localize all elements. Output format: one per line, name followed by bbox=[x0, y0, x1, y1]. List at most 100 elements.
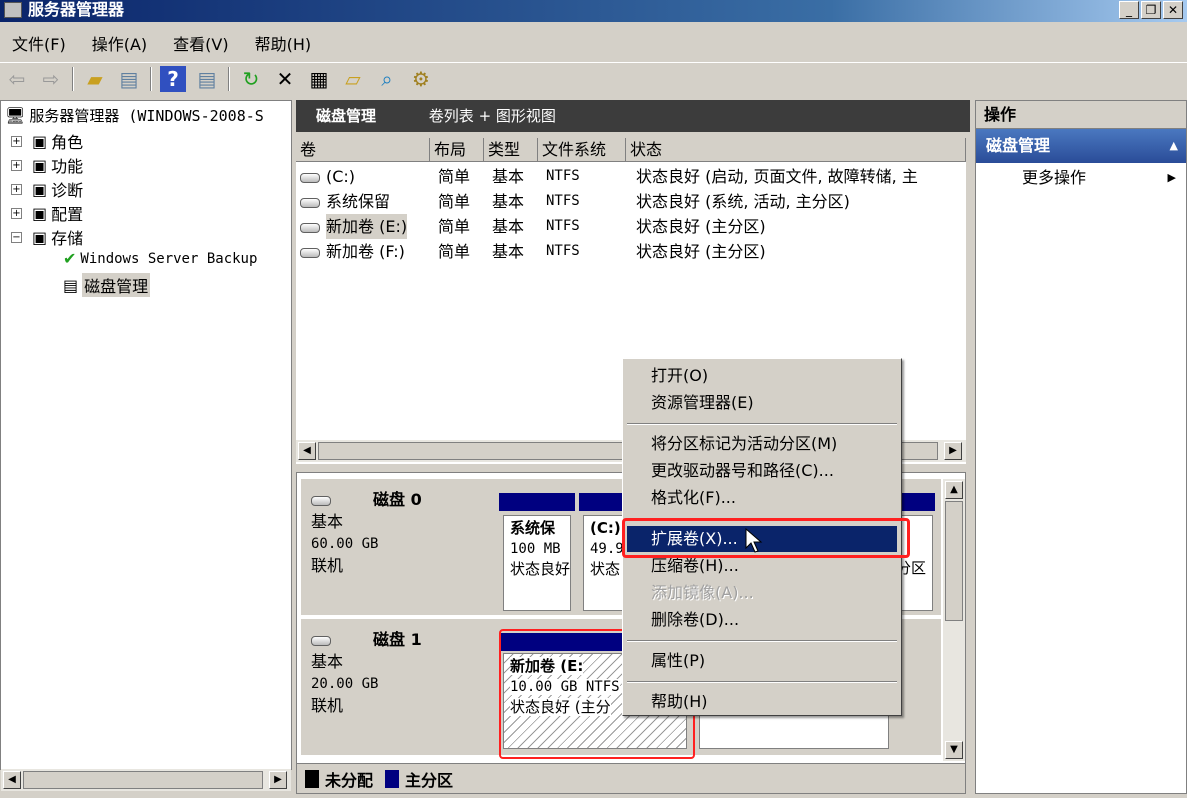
scroll-thumb[interactable] bbox=[23, 771, 263, 789]
volume-icon bbox=[300, 164, 322, 189]
actions-section-disk-management[interactable]: 磁盘管理 ▲ bbox=[976, 129, 1186, 163]
collapse-icon[interactable]: − bbox=[11, 231, 22, 243]
menu-view[interactable]: 查看(V) bbox=[173, 31, 228, 55]
column-header-type[interactable]: 类型 bbox=[484, 138, 538, 162]
tree-item-storage[interactable]: − ▣ 存储 bbox=[11, 225, 83, 249]
actions-pane: 操作 磁盘管理 ▲ 更多操作 ▶ bbox=[975, 100, 1187, 794]
scroll-right-button[interactable]: ▶ bbox=[269, 771, 287, 789]
separator bbox=[150, 66, 152, 91]
cell-type: 基本 bbox=[492, 217, 525, 236]
more-actions[interactable]: 更多操作 ▶ bbox=[976, 163, 1186, 193]
tree-item-windows-server-backup[interactable]: ✔ Windows Server Backup bbox=[63, 249, 257, 268]
cell-layout: 简单 bbox=[438, 217, 471, 236]
column-header-layout[interactable]: 布局 bbox=[430, 138, 484, 162]
menu-help[interactable]: 帮助(H) bbox=[255, 31, 312, 55]
volume-row[interactable]: 新加卷 (E:) 简单 基本 NTFS 状态良好 (主分区) bbox=[296, 214, 966, 239]
expand-icon[interactable]: + bbox=[11, 207, 22, 219]
tree-item-features[interactable]: + ▣ 功能 bbox=[11, 153, 83, 177]
server-icon: 🖥 bbox=[5, 106, 26, 125]
volume-icon bbox=[300, 189, 322, 214]
menu-bar: 文件(F) 操作(A) 查看(V) 帮助(H) bbox=[0, 28, 1187, 58]
settings-icon[interactable]: ⚙ bbox=[408, 66, 434, 92]
toolbar: ⇦ ⇨ ▰ ▤ ? ▤ ↻ ✕ ▦ ▱ ⌕ ⚙ bbox=[0, 62, 1187, 94]
help-icon[interactable]: ? bbox=[160, 65, 186, 92]
tree-horizontal-scrollbar[interactable]: ◀ ▶ bbox=[1, 769, 291, 791]
volume-row[interactable]: 新加卷 (F:) 简单 基本 NTFS 状态良好 (主分区) bbox=[296, 239, 966, 264]
scroll-thumb[interactable] bbox=[945, 501, 963, 621]
cell-vol: 系统保留 bbox=[326, 192, 391, 211]
context-menu-item[interactable]: 格式化(F)... bbox=[627, 485, 897, 511]
scroll-left-button[interactable]: ◀ bbox=[298, 442, 316, 460]
navigation-tree: 🖥 服务器管理器 (WINDOWS-2008-S + ▣ 角色 + ▣ 功能 + ▣ 诊断 +… bbox=[0, 100, 292, 791]
context-menu-item: 添加镜像(A)... bbox=[651, 583, 754, 602]
expand-icon[interactable]: + bbox=[11, 183, 22, 195]
context-menu-item[interactable]: 打开(O) bbox=[627, 363, 897, 389]
context-menu-item[interactable]: 删除卷(D)... bbox=[627, 607, 897, 633]
cell-status: 状态良好 (主分区) bbox=[636, 217, 766, 236]
legend-swatch-unallocated bbox=[305, 769, 319, 788]
tree-item-roles[interactable]: + ▣ 角色 bbox=[11, 129, 83, 153]
open-icon[interactable]: ▱ bbox=[340, 66, 366, 92]
expand-icon[interactable]: + bbox=[11, 135, 22, 147]
tree-root[interactable]: 🖥 服务器管理器 (WINDOWS-2008-S bbox=[5, 105, 264, 126]
show-hide-action-icon[interactable]: ▤ bbox=[194, 66, 220, 92]
tree-item-configuration[interactable]: + ▣ 配置 bbox=[11, 201, 83, 225]
scroll-up-button[interactable]: ▲ bbox=[945, 481, 963, 499]
properties-icon[interactable]: ▦ bbox=[306, 66, 332, 92]
cell-vol: 新加卷 (E:) bbox=[326, 214, 408, 239]
scroll-left-button[interactable]: ◀ bbox=[3, 771, 21, 789]
cell-status: 状态良好 (系统, 活动, 主分区) bbox=[636, 192, 850, 211]
delete-icon[interactable]: ✕ bbox=[272, 66, 298, 92]
menu-action[interactable]: 操作(A) bbox=[92, 31, 147, 55]
close-button[interactable]: ✕ bbox=[1163, 1, 1183, 19]
volume-row[interactable]: (C:) 简单 基本 NTFS 状态良好 (启动, 页面文件, 故障转储, 主 bbox=[296, 164, 966, 189]
context-menu-item[interactable]: 将分区标记为活动分区(M) bbox=[627, 431, 897, 457]
back-icon[interactable]: ⇦ bbox=[4, 66, 30, 92]
column-header-status[interactable]: 状态 bbox=[626, 138, 966, 162]
menu-file[interactable]: 文件(F) bbox=[12, 31, 66, 55]
menu-separator bbox=[627, 640, 897, 642]
tree-item-diagnostics[interactable]: + ▣ 诊断 bbox=[11, 177, 83, 201]
expand-icon[interactable]: + bbox=[11, 159, 22, 171]
actions-title: 操作 bbox=[976, 101, 1186, 129]
window-title: 服务器管理器 bbox=[28, 0, 125, 19]
separator bbox=[72, 66, 74, 91]
column-header-volume[interactable]: 卷 bbox=[296, 138, 430, 162]
column-header-filesystem[interactable]: 文件系统 bbox=[538, 138, 626, 162]
context-menu-item[interactable]: 属性(P) bbox=[627, 648, 897, 674]
find-icon[interactable]: ⌕ bbox=[374, 66, 400, 92]
disk-icon bbox=[311, 635, 331, 646]
disk-0-info[interactable]: 磁盘 0 基本 60.00 GB 联机 bbox=[301, 479, 495, 615]
pane-header: 磁盘管理 卷列表 + 图形视图 bbox=[296, 100, 970, 132]
graph-vertical-scrollbar[interactable]: ▲ ▼ bbox=[943, 479, 965, 761]
scroll-down-button[interactable]: ▼ bbox=[945, 741, 963, 759]
features-icon: ▣ bbox=[32, 155, 48, 175]
cell-layout: 简单 bbox=[438, 192, 471, 211]
up-folder-icon[interactable]: ▰ bbox=[82, 66, 108, 92]
context-menu-item[interactable]: 更改驱动器号和路径(C)... bbox=[627, 458, 897, 484]
volume-row[interactable]: 系统保留 简单 基本 NTFS 状态良好 (系统, 活动, 主分区) bbox=[296, 189, 966, 214]
cell-fs: NTFS bbox=[546, 218, 580, 234]
forward-icon[interactable]: ⇨ bbox=[38, 66, 64, 92]
disk-1-info[interactable]: 磁盘 1 基本 20.00 GB 联机 bbox=[301, 619, 495, 755]
refresh-icon[interactable]: ↻ bbox=[238, 66, 264, 92]
minimize-button[interactable]: _ bbox=[1119, 1, 1139, 19]
menu-separator bbox=[627, 423, 897, 425]
restore-button[interactable]: ❐ bbox=[1141, 1, 1161, 19]
server-manager-icon bbox=[4, 2, 22, 18]
submenu-arrow-icon: ▶ bbox=[1167, 171, 1176, 184]
context-menu-item[interactable]: 帮助(H) bbox=[627, 689, 897, 715]
cell-type: 基本 bbox=[492, 167, 525, 186]
context-menu-item[interactable]: 资源管理器(E) bbox=[627, 390, 897, 416]
view-mode: 卷列表 + 图形视图 bbox=[428, 107, 556, 125]
cell-status: 状态良好 (主分区) bbox=[636, 242, 766, 261]
legend-swatch-primary bbox=[385, 769, 400, 788]
show-hide-tree-icon[interactable]: ▤ bbox=[116, 66, 142, 92]
cell-layout: 简单 bbox=[438, 167, 471, 186]
cell-vol: 新加卷 (F:) bbox=[326, 242, 405, 261]
scroll-right-button[interactable]: ▶ bbox=[944, 442, 962, 460]
partition-system-reserved[interactable]: 系统保 100 MB 状态良好 bbox=[503, 515, 571, 611]
collapse-icon[interactable]: ▲ bbox=[1170, 129, 1178, 163]
annotation-box bbox=[622, 518, 910, 558]
tree-item-disk-management[interactable]: ▤ 磁盘管理 bbox=[63, 273, 151, 297]
